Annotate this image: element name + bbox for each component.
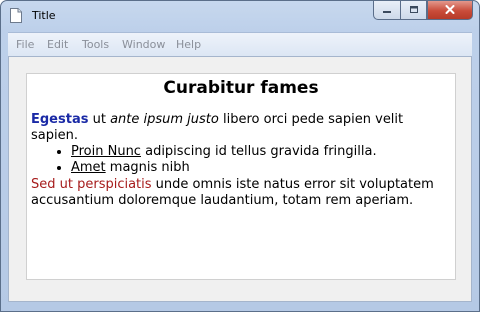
app-window: Title File Edit Tools Window Help Curabi… bbox=[0, 0, 480, 312]
list-text: magnis nibh bbox=[105, 160, 190, 175]
close-button[interactable] bbox=[427, 1, 473, 20]
paragraph-2: Sed ut perspiciatis unde omnis iste natu… bbox=[31, 177, 451, 209]
list-link[interactable]: Proin Nunc bbox=[71, 144, 141, 159]
document-view: Curabitur fames Egestas ut ante ipsum ju… bbox=[26, 73, 456, 280]
document-heading: Curabitur fames bbox=[163, 78, 319, 98]
maximize-button[interactable] bbox=[400, 1, 427, 20]
list-item: Proin Nunc adipiscing id tellus gravida … bbox=[71, 144, 451, 160]
menu-edit[interactable]: Edit bbox=[47, 38, 68, 52]
menu-help[interactable]: Help bbox=[176, 38, 201, 52]
close-icon bbox=[445, 1, 455, 19]
client-area: Curabitur fames Egestas ut ante ipsum ju… bbox=[8, 56, 472, 302]
menu-file[interactable]: File bbox=[16, 38, 34, 52]
document-icon bbox=[10, 8, 22, 23]
caption-buttons bbox=[373, 1, 473, 21]
red-text: Sed ut perspiciatis bbox=[31, 177, 152, 192]
maximize-icon bbox=[409, 1, 419, 19]
paragraph-1: Egestas ut ante ipsum justo libero orci … bbox=[31, 112, 451, 144]
strong-text: Egestas bbox=[31, 112, 89, 127]
list-link[interactable]: Amet bbox=[71, 160, 106, 175]
minimize-icon bbox=[382, 1, 392, 19]
bullet-list: Proin Nunc adipiscing id tellus gravida … bbox=[57, 144, 451, 176]
menu-bar: File Edit Tools Window Help bbox=[8, 32, 472, 56]
menu-tools[interactable]: Tools bbox=[82, 38, 109, 52]
text: ut bbox=[88, 112, 111, 127]
title-bar[interactable]: Title bbox=[1, 1, 479, 31]
minimize-button[interactable] bbox=[373, 1, 400, 20]
list-text: adipiscing id tellus gravida fringilla. bbox=[140, 144, 377, 159]
window-title: Title bbox=[32, 9, 56, 22]
italic-text: ante ipsum justo bbox=[110, 112, 219, 127]
menu-window[interactable]: Window bbox=[122, 38, 165, 52]
list-item: Amet magnis nibh bbox=[71, 160, 451, 176]
